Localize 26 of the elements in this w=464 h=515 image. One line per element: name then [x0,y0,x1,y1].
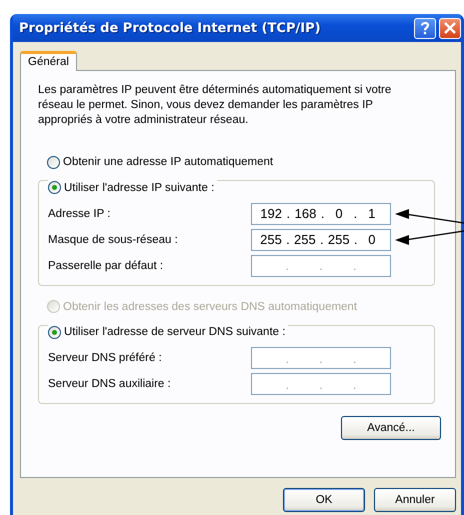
field-label: Serveur DNS auxiliaire : [48,378,172,390]
field-label: Adresse IP : [48,208,112,220]
radio-label: Utiliser l'adresse IP suivante : [64,182,214,194]
pointer-arrow [395,230,464,244]
radio-button[interactable] [48,326,61,338]
cancel-button[interactable]: Annuler [374,488,456,512]
field-label: Passerelle par défaut : [48,260,164,272]
radio-label: Utiliser l'adresse de serveur DNS suivante : [64,326,286,338]
radio-label: Obtenir les adresses des serveurs DNS automatiquement [63,300,358,312]
field-label: Masque de sous-réseau : [48,234,179,246]
radio-button[interactable] [47,156,60,168]
close-icon [444,22,456,34]
radio-button[interactable] [48,181,61,194]
help-icon [420,21,430,35]
advanced-button[interactable]: Avancé... [341,416,441,440]
radio-label: Obtenir une adresse IP automatiquement [63,156,274,168]
description-text: Les paramètres IP peuvent être déterminés automatiquement si votre réseau le permet. Sinon, vous devez demander les paramètres IP appropriés à votre administrateur réseau. [38,83,392,128]
tab[interactable]: Général [20,51,77,71]
ip-address-field[interactable]: 255 . 255 . 255 . 0 [251,228,391,250]
close-button[interactable] [439,18,461,38]
ok-button[interactable]: OK [283,488,365,512]
pointer-arrow [395,208,464,224]
ip-address-field[interactable]: 192 . 168 . 0 . 1 [251,202,391,224]
field-label: Serveur DNS préféré : [48,352,163,364]
window-title: Propriétés de Protocole Internet (TCP/IP) [19,20,322,36]
help-button[interactable] [414,18,436,38]
